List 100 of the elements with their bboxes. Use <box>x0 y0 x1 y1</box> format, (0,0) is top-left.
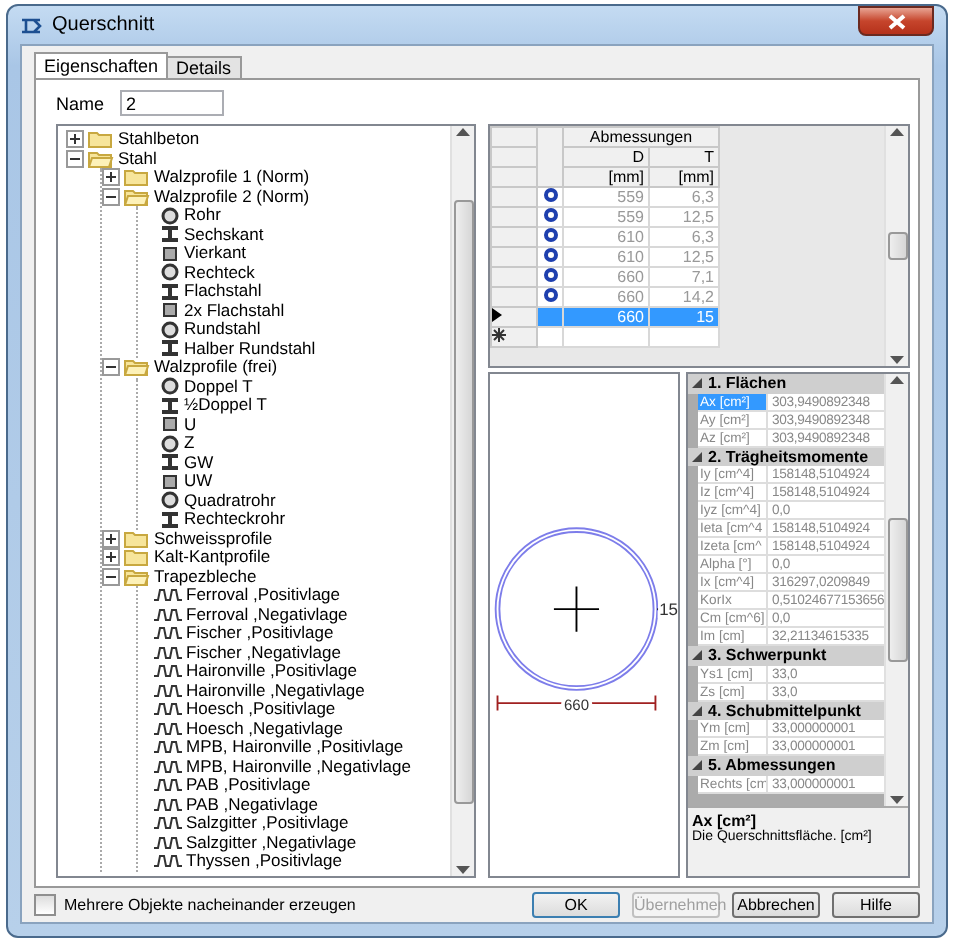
scroll-up-icon[interactable] <box>890 374 904 384</box>
section-icon <box>160 281 180 302</box>
tree-item[interactable]: Thyssen ,Positivlage <box>186 852 342 871</box>
section-icon <box>160 509 180 530</box>
tree-item[interactable]: Haironville ,Negativlage <box>186 681 365 700</box>
tab[interactable]: Eigenschaften <box>34 52 169 78</box>
scroll-up-icon[interactable] <box>890 126 904 136</box>
category-header[interactable]: 2. Trägheitsmomente <box>688 447 884 466</box>
collapse-icon[interactable] <box>102 187 120 206</box>
tree-item[interactable]: GW <box>184 453 214 472</box>
tree-item[interactable]: Doppel T <box>184 377 253 396</box>
folder-icon <box>124 567 150 586</box>
scroll-thumb[interactable] <box>887 518 907 662</box>
tree-item[interactable]: Fischer ,Negativlage <box>186 643 341 662</box>
collapse-icon[interactable] <box>692 451 702 462</box>
expand-icon[interactable] <box>102 548 120 567</box>
tree-item[interactable]: PAB ,Positivlage <box>186 776 311 795</box>
checkbox[interactable] <box>34 894 56 916</box>
tree-item[interactable]: Kalt-Kantprofile <box>154 548 271 567</box>
section-icon <box>160 490 180 511</box>
asterisk-icon <box>492 328 506 342</box>
tree-item[interactable]: Hoesch ,Positivlage <box>186 700 336 719</box>
tree-item[interactable]: Rohr <box>184 206 221 225</box>
cross-section-icon <box>20 15 44 35</box>
tree-item[interactable]: Rechteck <box>184 263 255 282</box>
tree-item[interactable]: U <box>184 415 197 434</box>
tree-item[interactable]: Fischer ,Positivlage <box>186 624 334 643</box>
tree-item[interactable]: Walzprofile 2 (Norm) <box>154 187 310 206</box>
scroll-down-icon[interactable] <box>456 866 470 876</box>
tree-item[interactable]: Haironville ,Positivlage <box>186 662 358 681</box>
collapse-icon[interactable] <box>692 705 702 716</box>
category-header[interactable]: 4. Schubmittelpunkt <box>688 701 884 720</box>
tree-item[interactable]: Halber Rundstahl <box>184 339 316 358</box>
scroll-up-icon[interactable] <box>456 126 470 136</box>
collapse-icon[interactable] <box>102 358 120 377</box>
tree-item[interactable]: Ferroval ,Negativlage <box>186 605 348 624</box>
section-icon <box>160 319 180 340</box>
category-header[interactable]: 1. Flächen <box>688 374 884 393</box>
scroll-down-icon[interactable] <box>890 356 904 366</box>
trapezoid-sheet-icon <box>154 759 182 774</box>
tab[interactable]: Details <box>166 56 242 78</box>
new-row-header[interactable] <box>491 327 537 347</box>
section-icon <box>160 205 180 226</box>
tree-item[interactable]: Salzgitter ,Positivlage <box>186 814 349 833</box>
expand-icon[interactable] <box>102 529 120 548</box>
trapezoid-sheet-icon <box>154 797 182 812</box>
tree-item[interactable]: PAB ,Negativlage <box>186 795 318 814</box>
tree-item[interactable]: MPB, Haironville ,Negativlage <box>186 757 411 776</box>
scroll-thumb[interactable] <box>453 199 473 803</box>
collapse-icon[interactable] <box>692 760 702 771</box>
tree-item[interactable]: Ferroval ,Positivlage <box>186 586 341 605</box>
scrollbar[interactable] <box>450 126 474 876</box>
description-title: Ax [cm²] <box>692 812 757 830</box>
section-icon <box>160 433 180 454</box>
tree-item[interactable]: 2x Flachstahl <box>184 301 285 320</box>
row-header[interactable] <box>491 307 537 327</box>
tree-item[interactable]: Hoesch ,Negativlage <box>186 719 343 738</box>
tree-item[interactable]: Flachstahl <box>184 282 262 301</box>
collapse-icon[interactable] <box>692 378 702 389</box>
dialog-button[interactable]: Hilfe <box>832 892 920 918</box>
tree-item[interactable]: MPB, Haironville ,Positivlage <box>186 738 404 757</box>
trapezoid-sheet-icon <box>154 854 182 869</box>
tree-item[interactable]: Rechteckrohr <box>184 510 286 529</box>
tree-item[interactable]: Z <box>184 434 195 453</box>
tree-item[interactable]: Trapezbleche <box>154 567 257 586</box>
scroll-down-icon[interactable] <box>890 796 904 806</box>
scroll-thumb[interactable] <box>887 232 907 260</box>
scrollbar[interactable] <box>884 126 908 366</box>
category-header[interactable]: 5. Abmessungen <box>688 756 884 775</box>
trapezoid-sheet-icon <box>154 778 182 793</box>
tree-item[interactable]: UW <box>184 472 213 491</box>
tree-item[interactable]: Stahlbeton <box>118 130 200 149</box>
trapezoid-sheet-icon <box>154 683 182 698</box>
collapse-icon[interactable] <box>102 567 120 586</box>
tree-item[interactable]: Walzprofile 1 (Norm) <box>154 168 310 187</box>
tree-item[interactable]: Rundstahl <box>184 320 261 339</box>
dialog-button[interactable]: OK <box>532 892 620 918</box>
scrollbar[interactable] <box>884 374 908 806</box>
expand-icon[interactable] <box>66 130 84 149</box>
expand-icon[interactable] <box>102 168 120 187</box>
name-field[interactable]: 2 <box>120 90 225 116</box>
section-icon <box>160 471 180 492</box>
trapezoid-sheet-icon <box>154 740 182 755</box>
collapse-icon[interactable] <box>692 650 702 661</box>
collapse-icon[interactable] <box>66 149 84 168</box>
column-group-header: Abmessungen <box>563 127 719 147</box>
tree-item[interactable]: Quadratrohr <box>184 491 276 510</box>
section-icon <box>160 224 180 245</box>
tree-item[interactable]: ½Doppel T <box>184 396 267 415</box>
tree-item[interactable]: Salzgitter ,Negativlage <box>186 833 357 852</box>
tree-item[interactable]: Stahl <box>118 149 157 168</box>
tree-item[interactable]: Vierkant <box>184 244 247 263</box>
close-button[interactable] <box>858 6 934 36</box>
category-header[interactable]: 3. Schwerpunkt <box>688 646 884 665</box>
tree-item[interactable]: Sechskant <box>184 225 264 244</box>
tree-item[interactable]: Schweissprofile <box>154 529 273 548</box>
section-icon <box>160 262 180 283</box>
tree-item[interactable]: Walzprofile (frei) <box>154 358 278 377</box>
dialog-button[interactable]: Abbrechen <box>732 892 820 918</box>
close-icon[interactable] <box>887 13 905 29</box>
